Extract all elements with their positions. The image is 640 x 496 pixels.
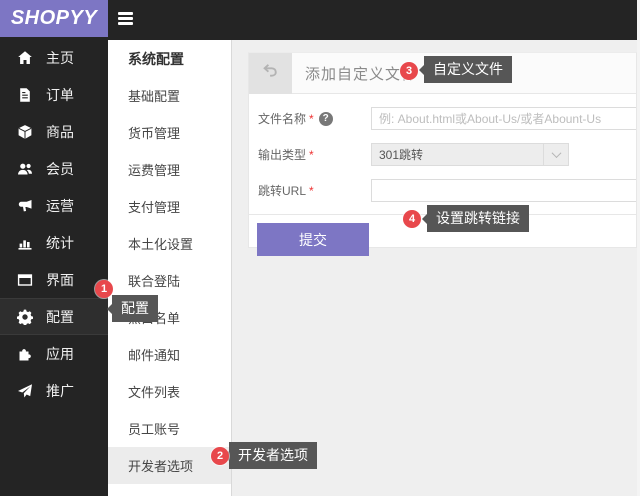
output-type-select[interactable]: 301跳转 [371,143,569,166]
gear-icon [17,309,33,325]
sidebar-item-promotion[interactable]: 推广 [0,372,108,409]
back-button[interactable] [249,52,292,94]
hamburger-menu-icon[interactable] [118,12,134,27]
output-type-label: 输出类型 [258,148,307,162]
submenu-item-payment[interactable]: 支付管理 [108,188,231,225]
field-label: 文件名称 *? [249,110,371,127]
sidebar-item-label: 订单 [46,86,74,103]
submenu-item-basic-config[interactable]: 基础配置 [108,77,231,114]
redirect-url-label: 跳转URL [258,184,307,198]
annotation-tooltip-4: 设置跳转链接 [422,205,529,232]
help-icon[interactable]: ? [318,111,333,126]
annotation-badge-4: 4 [403,210,421,228]
primary-sidebar: 主页 订单 商品 会员 运营 统计 界面 配置 应用 推广 [0,37,108,496]
submenu-header: 系统配置 [128,50,184,67]
topbar [108,0,640,40]
sidebar-item-label: 主页 [46,49,74,66]
sidebar-item-label: 统计 [46,234,74,251]
sidebar-item-label: 界面 [46,271,74,288]
annotation-badge-3: 3 [400,62,418,80]
sidebar-item-label: 配置 [46,308,74,325]
submit-button[interactable]: 提交 [257,223,369,256]
form-row-output-type: 输出类型 * 301跳转 [249,143,636,166]
sidebar-item-products[interactable]: 商品 [0,113,108,150]
sidebar-item-members[interactable]: 会员 [0,150,108,187]
redirect-url-input[interactable] [371,179,636,202]
annotation-badge-1: 1 [95,280,113,298]
file-name-label: 文件名称 [258,112,307,126]
annotation-badge-2: 2 [211,447,229,465]
operations-icon [17,198,33,214]
field-label: 跳转URL * [249,182,371,199]
sidebar-item-orders[interactable]: 订单 [0,76,108,113]
promotion-icon [17,383,33,399]
sidebar-item-apps[interactable]: 应用 [0,335,108,372]
submenu-item-localization[interactable]: 本土化设置 [108,225,231,262]
sidebar-item-home[interactable]: 主页 [0,39,108,76]
select-value: 301跳转 [379,148,424,162]
required-marker: * [309,147,314,162]
home-icon [17,50,33,66]
form-row-redirect-url: 跳转URL * [249,179,636,202]
undo-icon [261,61,280,85]
required-marker: * [309,183,314,198]
submenu-item-shipping[interactable]: 运费管理 [108,151,231,188]
sidebar-item-stats[interactable]: 统计 [0,224,108,261]
annotation-tooltip-3: 自定义文件 [419,56,512,83]
form-row-file-name: 文件名称 *? [249,107,636,130]
sidebar-item-label: 会员 [46,160,74,177]
stats-icon [17,235,33,251]
annotation-tooltip-2: 开发者选项 [224,442,317,469]
orders-icon [17,87,33,103]
sidebar-item-interface[interactable]: 界面 [0,261,108,298]
panel-body: 文件名称*? 输出类型* 301跳转 跳转URL* 提交 [249,107,636,256]
file-name-input[interactable] [371,107,636,130]
submenu-item-staff-account[interactable]: 员工账号 [108,410,231,447]
apps-icon [17,346,33,362]
sidebar-item-label: 推广 [46,382,74,399]
members-icon [17,161,33,177]
annotation-tooltip-1: 配置 [107,295,158,322]
settings-submenu: 系统配置 基础配置 货币管理 运费管理 支付管理 本土化设置 联合登陆 黑白名单… [108,40,232,496]
sidebar-item-label: 商品 [46,123,74,140]
sidebar-item-operations[interactable]: 运营 [0,187,108,224]
chevron-down-icon[interactable] [543,144,568,165]
sidebar-item-label: 应用 [46,345,74,362]
sidebar-item-label: 运营 [46,197,74,214]
submenu-item-currency[interactable]: 货币管理 [108,114,231,151]
submenu-item-social-login[interactable]: 联合登陆 [108,262,231,299]
submenu-item-file-list[interactable]: 文件列表 [108,373,231,410]
field-label: 输出类型 * [249,146,371,163]
submenu-item-email-notify[interactable]: 邮件通知 [108,336,231,373]
required-marker: * [309,111,314,126]
brand-logo[interactable]: SHOPYY [0,0,108,37]
interface-icon [17,272,33,288]
sidebar-item-settings[interactable]: 配置 [0,298,108,335]
products-icon [17,124,33,140]
